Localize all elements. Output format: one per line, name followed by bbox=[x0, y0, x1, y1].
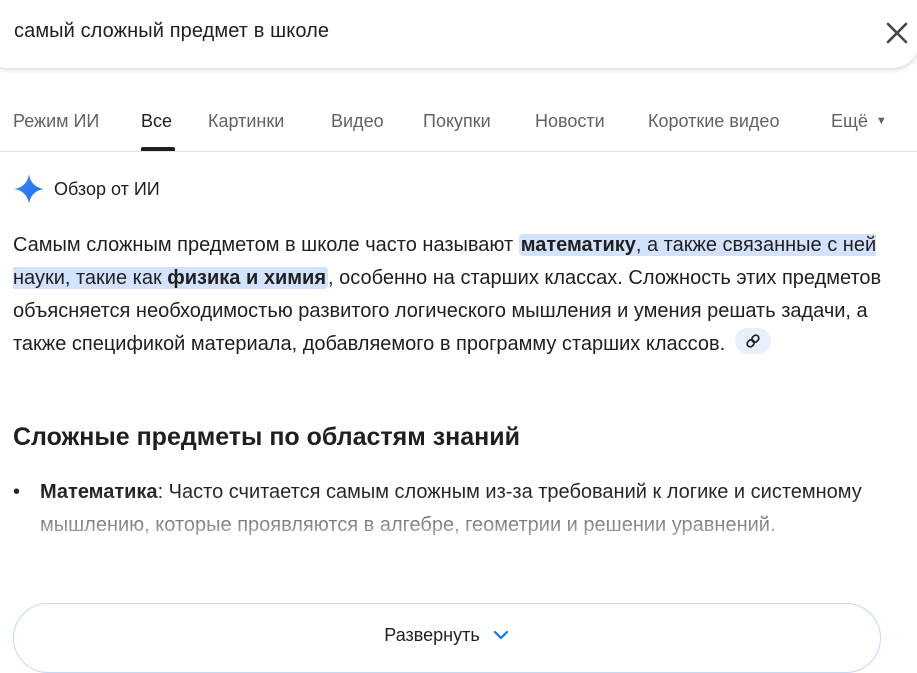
close-icon bbox=[886, 22, 908, 44]
bullet-text: Математика: Часто считается самым сложны… bbox=[40, 476, 880, 542]
tab-short-videos[interactable]: Короткие видео bbox=[648, 111, 779, 132]
answer-intro: Самым сложным предметом в школе часто на… bbox=[13, 234, 514, 256]
section-heading: Сложные предметы по областям знаний bbox=[13, 423, 520, 451]
tab-images[interactable]: Картинки bbox=[208, 111, 284, 132]
tab-more[interactable]: Ещё ▼ bbox=[831, 111, 887, 132]
source-link-chip[interactable] bbox=[734, 328, 771, 354]
link-icon bbox=[746, 334, 760, 348]
bullet-dot: • bbox=[13, 481, 21, 503]
expand-label: Развернуть bbox=[384, 624, 480, 645]
active-tab-indicator bbox=[141, 147, 175, 151]
ai-answer-paragraph: Самым сложным предметом в школе часто на… bbox=[13, 229, 893, 361]
chevron-down-icon bbox=[493, 630, 508, 640]
ai-sparkle-icon bbox=[14, 174, 44, 204]
answer-bold-physics-chemistry: физика и химия bbox=[167, 267, 327, 289]
bullet-term: Математика bbox=[40, 481, 158, 503]
search-tabs: Режим ИИ Все Картинки Видео Покупки Ново… bbox=[0, 100, 917, 152]
tab-ai-mode[interactable]: Режим ИИ bbox=[13, 111, 99, 132]
tab-news[interactable]: Новости bbox=[535, 111, 605, 132]
ai-overview-header: Обзор от ИИ bbox=[13, 172, 160, 206]
answer-bold-math: математику bbox=[520, 234, 636, 256]
expand-button[interactable]: Развернуть bbox=[13, 603, 881, 673]
clear-search-button[interactable] bbox=[882, 18, 912, 48]
tab-all[interactable]: Все bbox=[141, 111, 172, 132]
tab-videos[interactable]: Видео bbox=[331, 111, 384, 132]
tab-shopping[interactable]: Покупки bbox=[423, 111, 491, 132]
search-input[interactable]: самый сложный предмет в школе bbox=[14, 20, 329, 43]
ai-overview-title: Обзор от ИИ bbox=[54, 178, 160, 199]
bullet-description: : Часто считается самым сложным из-за тр… bbox=[40, 481, 862, 536]
caret-down-icon: ▼ bbox=[875, 115, 887, 127]
tab-more-label: Ещё bbox=[831, 111, 868, 131]
search-bar[interactable]: самый сложный предмет в школе bbox=[0, 0, 917, 68]
